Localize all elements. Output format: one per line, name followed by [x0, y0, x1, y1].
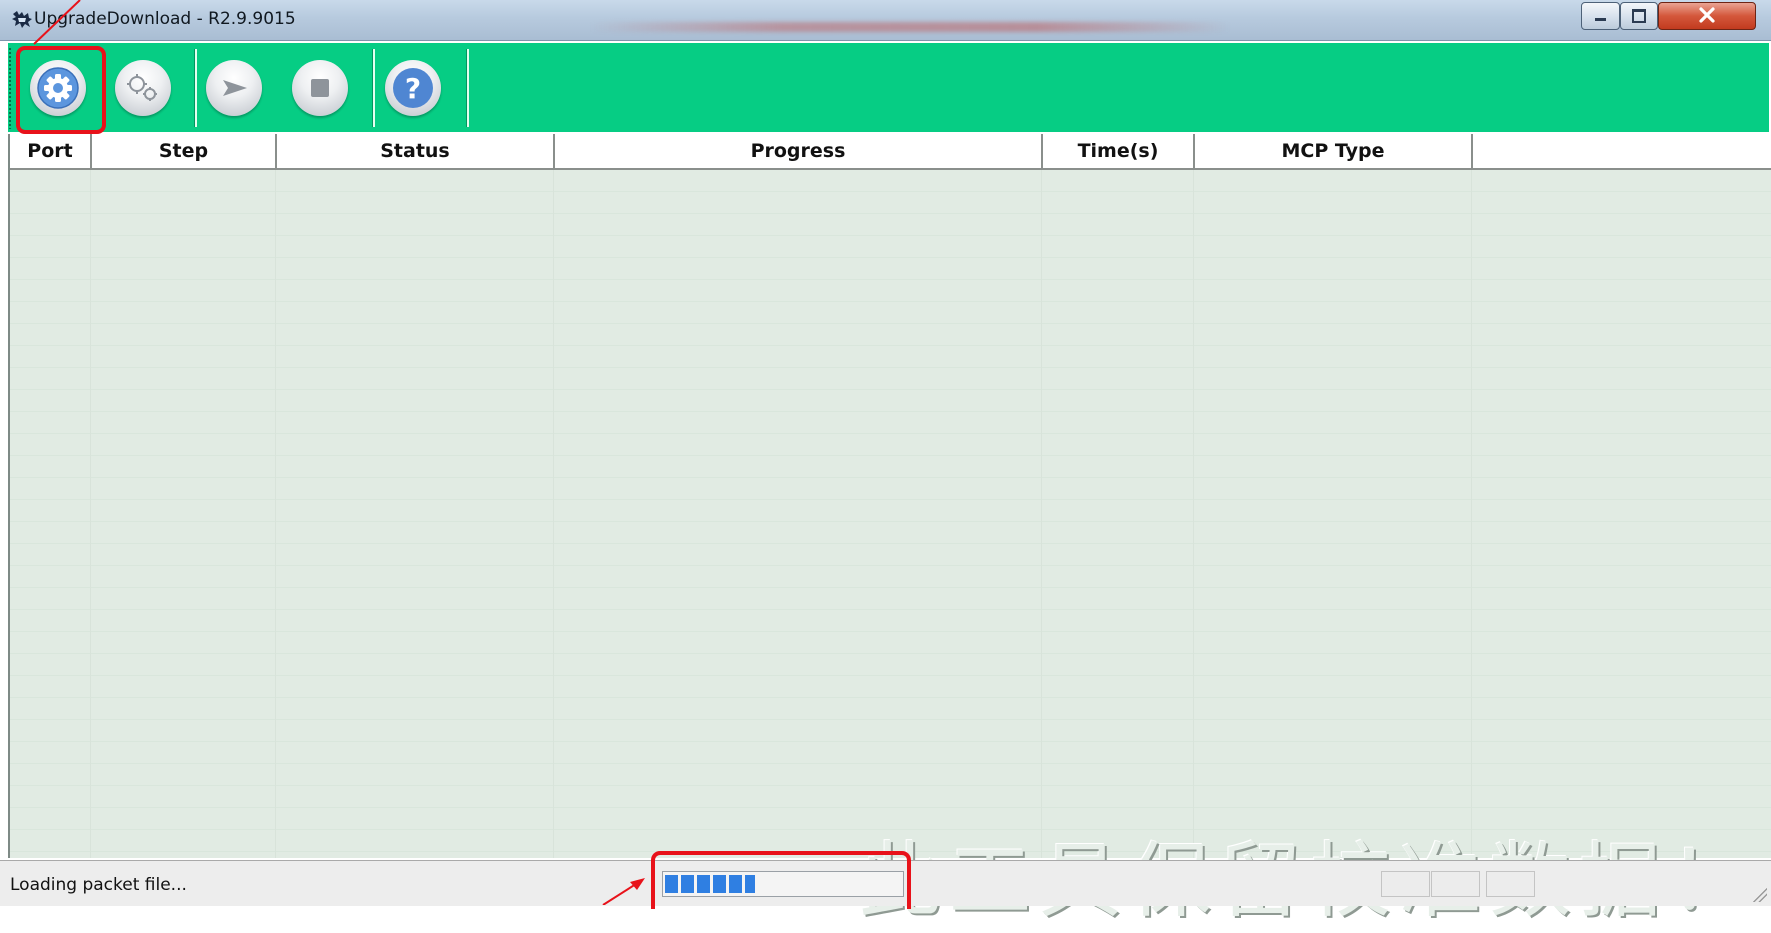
- minimize-icon: [1595, 18, 1606, 21]
- stop-button[interactable]: [292, 60, 348, 116]
- column-header-status[interactable]: Status: [277, 134, 555, 168]
- redaction-smear: [590, 22, 1230, 32]
- progress-highlight-box: [651, 851, 911, 909]
- table-header: Port Step Status Progress Time(s) MCP Ty…: [10, 134, 1771, 170]
- play-arrow-icon: [223, 80, 247, 96]
- settings-highlight-box: [16, 46, 106, 134]
- stop-icon: [311, 79, 329, 97]
- minimize-button[interactable]: [1581, 2, 1620, 30]
- svg-text:?: ?: [405, 72, 421, 105]
- column-divider: [1193, 170, 1194, 858]
- column-header-mcp-type[interactable]: MCP Type: [1195, 134, 1473, 168]
- toolbar-separator: [466, 49, 469, 127]
- title-bar[interactable]: UpgradeDownload - R2.9.9015: [0, 0, 1771, 41]
- maximize-icon: [1632, 9, 1646, 23]
- gears-icon: [127, 74, 157, 101]
- toolbar: ?: [8, 43, 1769, 132]
- column-header-progress[interactable]: Progress: [555, 134, 1043, 168]
- status-pane: [1486, 871, 1535, 897]
- close-icon: [1699, 7, 1715, 23]
- column-header-extra[interactable]: [1473, 134, 1571, 168]
- advanced-settings-button[interactable]: [115, 60, 171, 116]
- device-table[interactable]: Port Step Status Progress Time(s) MCP Ty…: [8, 134, 1771, 929]
- status-pane: [1381, 871, 1430, 897]
- help-icon: ?: [393, 68, 433, 108]
- maximize-button[interactable]: [1620, 2, 1658, 30]
- column-divider: [1471, 170, 1472, 858]
- column-divider: [90, 170, 91, 858]
- column-header-time[interactable]: Time(s): [1043, 134, 1195, 168]
- status-pane: [1431, 871, 1480, 897]
- status-message: Loading packet file...: [10, 875, 187, 895]
- toolbar-separator: [372, 49, 375, 127]
- window-title: UpgradeDownload - R2.9.9015: [34, 9, 296, 29]
- column-divider: [1041, 170, 1042, 858]
- column-divider: [275, 170, 276, 858]
- start-button[interactable]: [206, 60, 262, 116]
- help-button[interactable]: ?: [385, 60, 441, 116]
- toolbar-grip[interactable]: [8, 47, 13, 129]
- resize-grip-icon[interactable]: [1751, 886, 1767, 902]
- close-button[interactable]: [1658, 2, 1756, 30]
- app-logo-icon: [12, 11, 32, 28]
- column-header-port[interactable]: Port: [10, 134, 92, 168]
- column-divider: [553, 170, 554, 858]
- toolbar-separator: [194, 49, 197, 127]
- column-header-step[interactable]: Step: [92, 134, 277, 168]
